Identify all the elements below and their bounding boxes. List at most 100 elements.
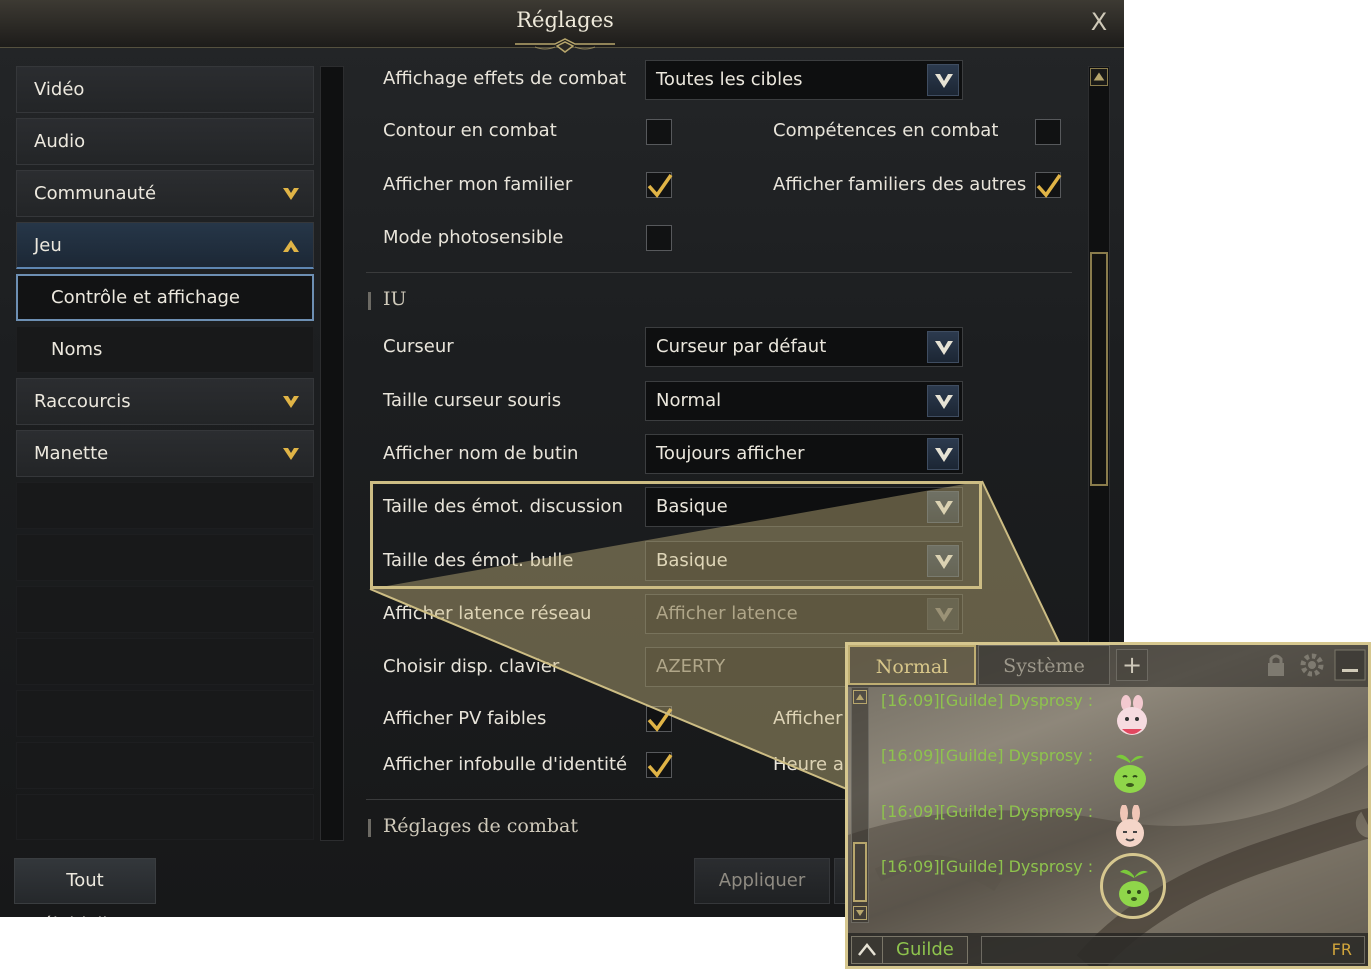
loot-name-dropdown[interactable]: Toujours afficher [645, 434, 963, 474]
identity-tooltip-label: Afficher infobulle d'identité [383, 754, 628, 775]
green-sprout-emoticon-icon [1114, 754, 1146, 793]
chevron-up-icon [858, 942, 876, 956]
nav-item-shortcuts[interactable]: Raccourcis [16, 378, 314, 425]
photosensitive-checkbox[interactable] [646, 225, 672, 251]
network-latency-label: Afficher latence réseau [383, 603, 592, 624]
scroll-up-arrow-icon[interactable] [1090, 68, 1108, 86]
nav-item-label: Noms [51, 339, 103, 360]
show-others-pets-checkbox[interactable] [1035, 172, 1062, 198]
chat-message: [16:09][Guilde] Dysprosy : [881, 802, 1094, 821]
nav-empty-slot [16, 794, 314, 840]
chat-tab-bar: Normal Système + [848, 645, 1368, 687]
combat-effects-label: Affichage effets de combat [383, 68, 627, 89]
window-title: Réglages [516, 8, 614, 32]
chat-input-field[interactable]: FR [981, 936, 1365, 964]
combat-outline-checkbox[interactable] [646, 119, 672, 145]
nav-item-community[interactable]: Communauté [16, 170, 314, 217]
section-marker [368, 819, 371, 837]
lock-icon[interactable] [1262, 651, 1290, 679]
nav-scrollbar[interactable] [320, 66, 344, 841]
checkmark-icon [1036, 173, 1062, 198]
identity-tooltip-checkbox[interactable] [646, 752, 673, 778]
checkmark-icon [647, 173, 673, 198]
show-my-pet-checkbox[interactable] [646, 172, 673, 198]
chevron-down-icon [283, 448, 299, 460]
combat-section-title: Réglages de combat [383, 815, 578, 837]
nav-item-names[interactable]: Noms [16, 326, 314, 373]
nav-item-label: Vidéo [34, 79, 85, 100]
dropdown-value: Toujours afficher [656, 443, 805, 464]
title-ornament-icon [515, 38, 615, 53]
language-indicator: FR [1331, 940, 1352, 959]
nav-item-label: Audio [34, 131, 86, 152]
chat-message: [16:09][Guilde] Dysprosy : [881, 857, 1094, 876]
checkmark-icon [647, 753, 673, 778]
nav-item-label: Raccourcis [34, 391, 131, 412]
nav-item-label: Manette [34, 443, 109, 464]
nav-empty-slot [16, 534, 314, 581]
nav-item-label: Communauté [34, 183, 157, 204]
cursor-size-label: Taille curseur souris [383, 390, 562, 411]
nav-item-label: Jeu [34, 235, 62, 256]
dropdown-value: Toutes les cibles [656, 69, 803, 90]
highlight-box [370, 481, 982, 589]
chevron-down-icon [283, 188, 299, 200]
chat-scrollbar[interactable] [851, 687, 869, 923]
nav-item-game[interactable]: Jeu [16, 222, 314, 269]
title-bar: Réglages X [0, 0, 1124, 53]
chat-panel: Normal Système + [16:09][Guilde] Dyspros… [845, 642, 1371, 969]
network-latency-dropdown[interactable]: Afficher latence [645, 594, 963, 634]
low-hp-right-label: Afficher [773, 708, 843, 729]
show-others-pets-label: Afficher familiers des autres [773, 174, 1027, 195]
chevron-down-icon [927, 598, 959, 630]
section-divider [366, 272, 1072, 273]
cursor-size-dropdown[interactable]: Normal [645, 381, 963, 421]
show-my-pet-label: Afficher mon familier [383, 174, 573, 195]
nav-item-control-display[interactable]: Contrôle et affichage [16, 274, 314, 321]
chat-message: [16:09][Guilde] Dysprosy : [881, 746, 1094, 765]
apply-button[interactable]: Appliquer [694, 858, 830, 904]
chat-tab-normal[interactable]: Normal [848, 645, 976, 685]
combat-skills-checkbox[interactable] [1035, 119, 1061, 145]
chat-channel-label: Guilde [896, 939, 954, 960]
keyboard-layout-label: Choisir disp. clavier [383, 656, 560, 677]
reset-all-button[interactable]: Tout réinitialiser [14, 858, 156, 917]
photosensitive-label: Mode photosensible [383, 227, 564, 248]
nav-item-label: Contrôle et affichage [51, 287, 240, 308]
scroll-thumb[interactable] [853, 842, 867, 902]
chevron-up-icon [283, 240, 299, 252]
close-button[interactable]: X [1086, 8, 1112, 36]
nav-empty-slot [16, 586, 314, 633]
combat-effects-dropdown[interactable]: Toutes les cibles [645, 60, 963, 100]
chevron-down-icon [283, 396, 299, 408]
scroll-down-arrow-icon[interactable] [853, 906, 867, 920]
settings-nav: Vidéo Audio Communauté Jeu Contrôle et a… [16, 66, 314, 840]
nav-item-audio[interactable]: Audio [16, 118, 314, 165]
pink-bunny-emoticon-icon [1117, 695, 1147, 735]
nav-item-gamepad[interactable]: Manette [16, 430, 314, 477]
chat-message: [16:09][Guilde] Dysprosy : [881, 691, 1094, 710]
cursor-dropdown[interactable]: Curseur par défaut [645, 327, 963, 367]
ui-section-title: IU [383, 288, 407, 310]
scroll-up-arrow-icon[interactable] [853, 690, 867, 704]
dropdown-value: Normal [656, 390, 722, 411]
nav-empty-slot [16, 742, 314, 789]
divider [882, 937, 883, 963]
nav-empty-slot [16, 482, 314, 529]
low-hp-checkbox[interactable] [646, 706, 673, 732]
chevron-down-icon [927, 64, 959, 96]
combat-outline-label: Contour en combat [383, 120, 557, 141]
dropdown-value: Curseur par défaut [656, 336, 827, 357]
highlighted-emoticon [1100, 853, 1166, 919]
nav-item-video[interactable]: Vidéo [16, 66, 314, 113]
low-hp-label: Afficher PV faibles [383, 708, 547, 729]
chat-tab-system[interactable]: Système [978, 645, 1110, 685]
nav-empty-slot [16, 690, 314, 737]
minimize-icon[interactable] [1334, 649, 1366, 681]
scroll-thumb[interactable] [1090, 252, 1108, 486]
dropdown-value: AZERTY [656, 656, 726, 677]
add-tab-button[interactable]: + [1116, 649, 1148, 681]
chevron-down-icon [927, 385, 959, 417]
chat-channel-button[interactable]: Guilde [851, 936, 968, 964]
gear-icon[interactable] [1298, 651, 1326, 679]
